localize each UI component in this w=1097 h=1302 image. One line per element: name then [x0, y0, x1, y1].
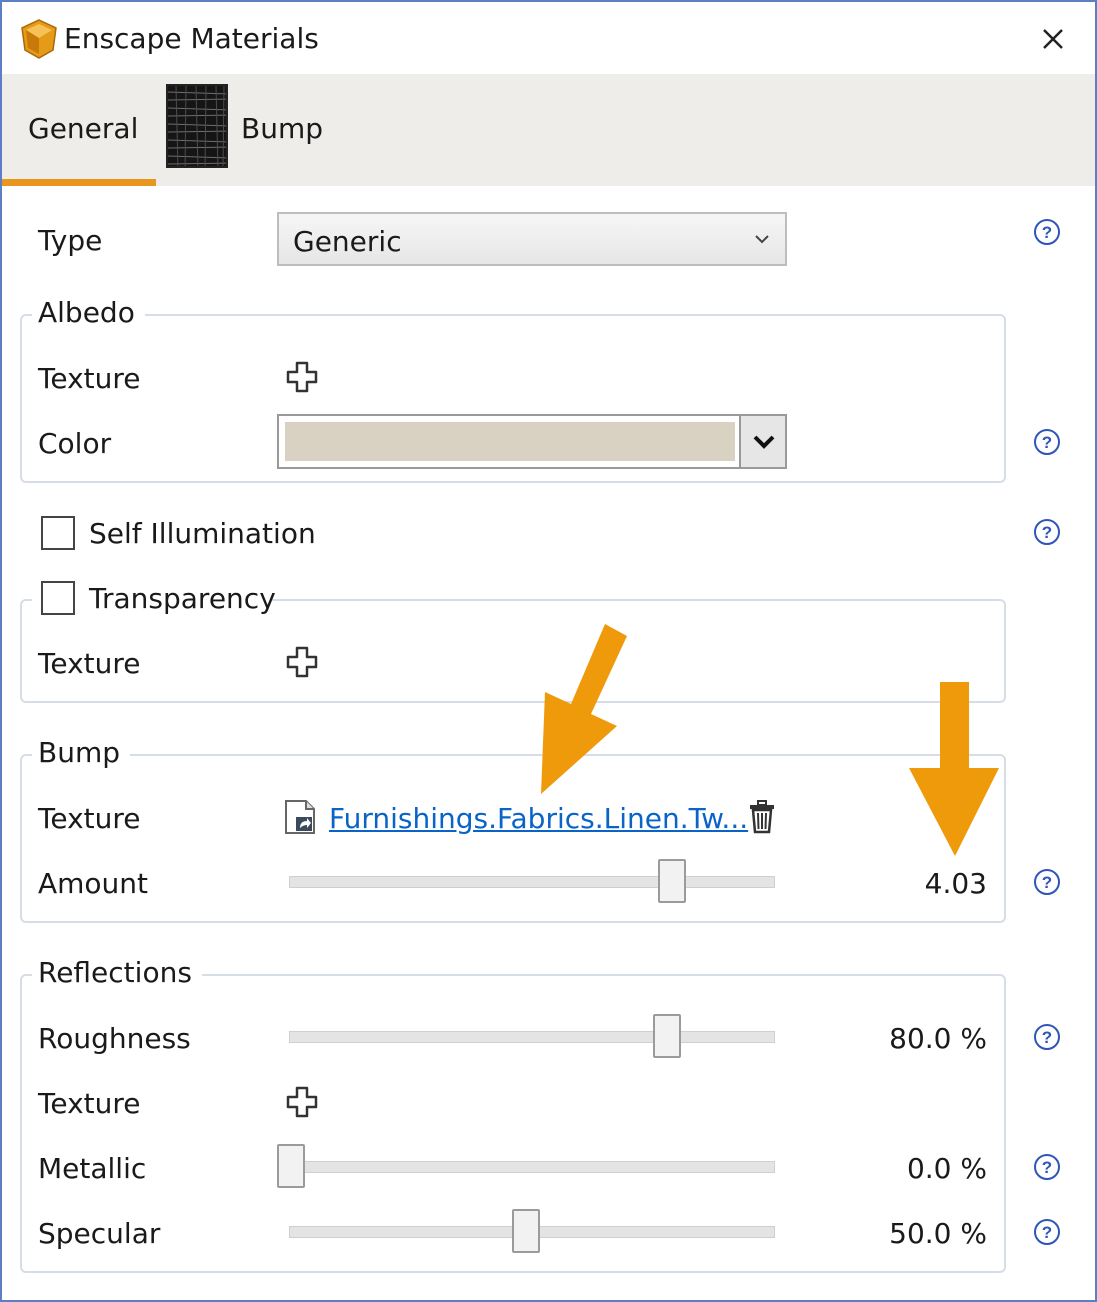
help-icon[interactable]: ? — [1033, 1153, 1061, 1181]
plus-icon[interactable] — [285, 645, 319, 679]
specular-slider-thumb[interactable] — [512, 1209, 540, 1253]
help-icon[interactable]: ? — [1033, 1218, 1061, 1246]
help-icon[interactable]: ? — [1033, 518, 1061, 546]
albedo-color-swatch — [285, 422, 735, 461]
svg-text:?: ? — [1042, 433, 1052, 452]
metallic-label: Metallic — [38, 1152, 147, 1185]
svg-text:?: ? — [1042, 1028, 1052, 1047]
albedo-texture-label: Texture — [38, 362, 141, 395]
roughness-label: Roughness — [38, 1022, 191, 1055]
svg-text:?: ? — [1042, 1158, 1052, 1177]
specular-value: 50.0 % — [889, 1217, 987, 1250]
metallic-slider-thumb[interactable] — [277, 1144, 305, 1188]
reflections-legend: Reflections — [32, 956, 202, 989]
active-tab-indicator — [2, 179, 156, 186]
file-link-icon — [285, 800, 315, 834]
bump-texture-thumbnail — [166, 84, 228, 168]
annotation-arrow-amount — [909, 682, 999, 856]
bump-amount-slider-track[interactable] — [289, 876, 775, 888]
roughness-slider-thumb[interactable] — [653, 1014, 681, 1058]
roughness-slider-track[interactable] — [289, 1031, 775, 1043]
help-icon[interactable]: ? — [1033, 428, 1061, 456]
tab-general-label: General — [28, 112, 139, 145]
specular-label: Specular — [38, 1217, 161, 1250]
help-icon[interactable]: ? — [1033, 218, 1061, 246]
bump-legend: Bump — [32, 736, 131, 769]
bump-texture-label: Texture — [38, 802, 141, 835]
tab-general[interactable]: General — [2, 74, 156, 186]
color-dropdown-button[interactable] — [739, 416, 785, 467]
roughness-value: 80.0 % — [889, 1022, 987, 1055]
plus-icon[interactable] — [285, 360, 319, 394]
help-icon[interactable]: ? — [1033, 1023, 1061, 1051]
svg-text:?: ? — [1042, 873, 1052, 892]
bump-amount-label: Amount — [38, 867, 149, 900]
type-dropdown-value: Generic — [293, 225, 402, 258]
metallic-slider-track[interactable] — [289, 1161, 775, 1173]
app-logo-icon — [21, 19, 57, 59]
transparency-checkbox[interactable] — [41, 581, 75, 615]
metallic-value: 0.0 % — [906, 1152, 987, 1185]
title-bar: Enscape Materials — [2, 2, 1095, 74]
svg-text:?: ? — [1042, 1223, 1052, 1242]
plus-icon[interactable] — [285, 1085, 319, 1119]
albedo-color-picker[interactable] — [277, 414, 787, 469]
bump-amount-value: 4.03 — [924, 867, 987, 900]
type-label: Type — [38, 224, 103, 257]
trash-icon[interactable] — [748, 800, 776, 834]
transparency-texture-label: Texture — [38, 647, 141, 680]
close-icon[interactable] — [1030, 16, 1074, 60]
chevron-down-icon — [753, 435, 775, 449]
help-icon[interactable]: ? — [1033, 868, 1061, 896]
type-dropdown[interactable]: Generic — [277, 212, 787, 266]
tab-bump[interactable]: Bump — [166, 82, 366, 170]
bump-texture-file-link[interactable]: Furnishings.Fabrics.Linen.Tw... — [329, 802, 748, 835]
chevron-down-icon — [755, 235, 769, 244]
reflections-texture-label: Texture — [38, 1087, 141, 1120]
bump-amount-slider-thumb[interactable] — [657, 859, 686, 903]
enscape-materials-window: Enscape Materials General Bump Type Gene… — [0, 0, 1097, 1302]
annotation-arrow-file — [541, 624, 627, 794]
self-illumination-checkbox[interactable] — [41, 516, 75, 550]
albedo-color-label: Color — [38, 427, 112, 460]
albedo-legend: Albedo — [32, 296, 145, 329]
transparency-label: Transparency — [89, 582, 276, 615]
tab-bump-label: Bump — [241, 112, 324, 145]
self-illumination-label: Self Illumination — [89, 517, 316, 550]
svg-text:?: ? — [1042, 523, 1052, 542]
svg-text:?: ? — [1042, 223, 1052, 242]
tab-bar: General Bump — [2, 74, 1095, 186]
window-title: Enscape Materials — [64, 22, 319, 55]
